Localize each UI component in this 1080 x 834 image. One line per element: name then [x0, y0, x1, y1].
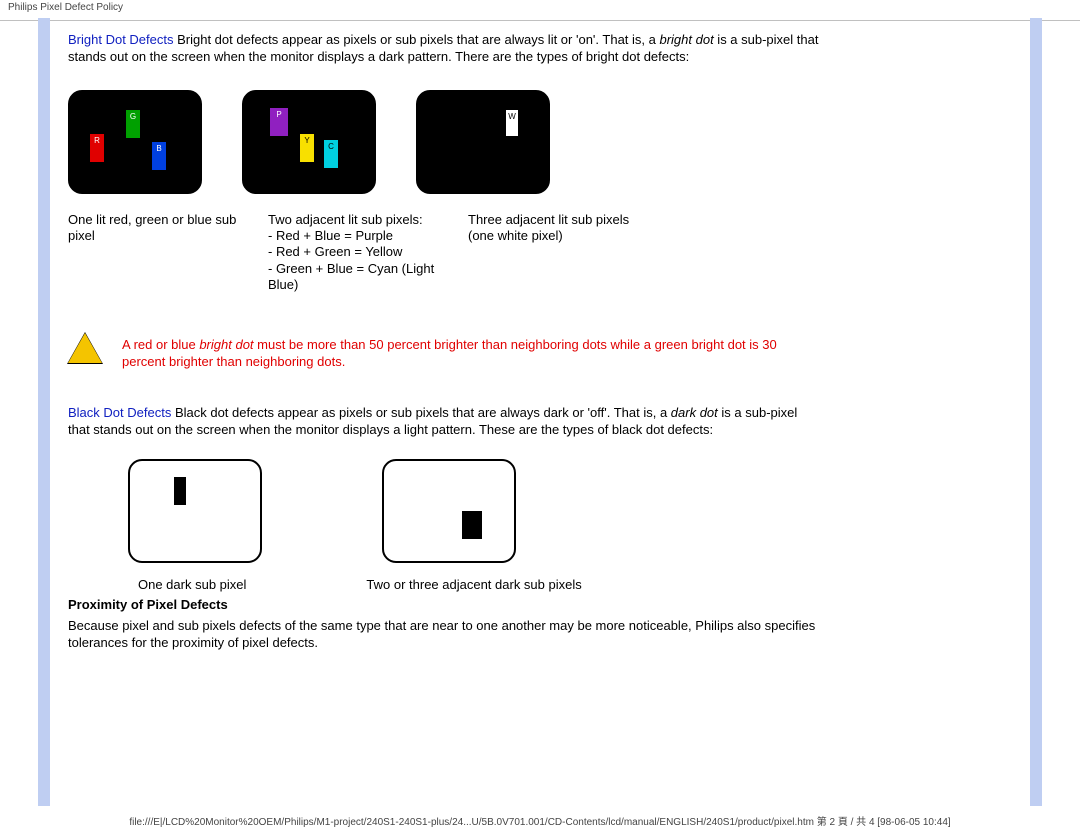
subpixel-yellow-icon: Y — [300, 134, 314, 162]
bright-cap2-l1: - Red + Blue = Purple — [268, 228, 393, 243]
subpixel-dark-pair-icon — [462, 511, 482, 539]
black-caption-row: One dark sub pixel Two or three adjacent… — [138, 577, 820, 593]
subpixel-red-icon: R — [90, 134, 104, 162]
black-dot-emph: dark dot — [671, 405, 718, 420]
bright-caption-row: One lit red, green or blue sub pixel Two… — [68, 212, 820, 293]
black-panel-row — [128, 459, 820, 563]
black-dot-paragraph: Black Dot Defects Black dot defects appe… — [68, 405, 820, 439]
panel-rgb: R G B — [68, 90, 202, 194]
subpixel-blue-icon: B — [152, 142, 166, 170]
warning-triangle-icon — [68, 333, 102, 363]
proximity-title: Proximity of Pixel Defects — [68, 597, 820, 614]
header-title: Philips Pixel Defect Policy — [8, 2, 123, 13]
warn-a: A red or blue — [122, 337, 199, 352]
bright-caption-3: Three adjacent lit sub pixels (one white… — [468, 212, 658, 293]
subpixel-white-icon: W — [506, 110, 518, 136]
black-dot-body-a: Black dot defects appear as pixels or su… — [171, 405, 670, 420]
subpixel-purple-icon: P — [270, 108, 288, 136]
bright-panel-row: R G B P Y C W — [68, 90, 820, 194]
bright-caption-2: Two adjacent lit sub pixels: - Red + Blu… — [268, 212, 458, 293]
subpixel-green-icon: G — [126, 110, 140, 138]
black-caption-2: Two or three adjacent dark sub pixels — [366, 577, 581, 593]
panel-dark-single — [128, 459, 262, 563]
subpixel-cyan-icon: C — [324, 140, 338, 168]
left-sidebar-stripe — [38, 18, 50, 806]
bright-caption-1: One lit red, green or blue sub pixel — [68, 212, 258, 293]
right-sidebar-stripe — [1030, 18, 1042, 806]
bright-cap2-title: Two adjacent lit sub pixels: — [268, 212, 423, 227]
bright-dot-emph: bright dot — [659, 32, 713, 47]
bright-dot-lead: Bright Dot Defects — [68, 32, 174, 47]
warning-row: A red or blue bright dot must be more th… — [68, 333, 820, 375]
bright-cap2-l2: - Red + Green = Yellow — [268, 244, 402, 259]
bright-cap2-l3: - Green + Blue = Cyan (Light Blue) — [268, 261, 434, 292]
warning-text: A red or blue bright dot must be more th… — [122, 337, 820, 371]
bright-dot-body-a: Bright dot defects appear as pixels or s… — [174, 32, 660, 47]
main-content: Bright Dot Defects Bright dot defects ap… — [60, 18, 1020, 806]
black-caption-1: One dark sub pixel — [138, 577, 246, 593]
subpixel-dark-icon — [174, 477, 186, 505]
proximity-body: Because pixel and sub pixels defects of … — [68, 618, 820, 652]
panel-white: W — [416, 90, 550, 194]
panel-dark-double — [382, 459, 516, 563]
panel-pyc: P Y C — [242, 90, 376, 194]
black-dot-lead: Black Dot Defects — [68, 405, 171, 420]
bright-dot-paragraph: Bright Dot Defects Bright dot defects ap… — [68, 32, 820, 66]
footer-path: file:///E|/LCD%20Monitor%20OEM/Philips/M… — [0, 813, 1080, 828]
warn-em: bright dot — [199, 337, 253, 352]
